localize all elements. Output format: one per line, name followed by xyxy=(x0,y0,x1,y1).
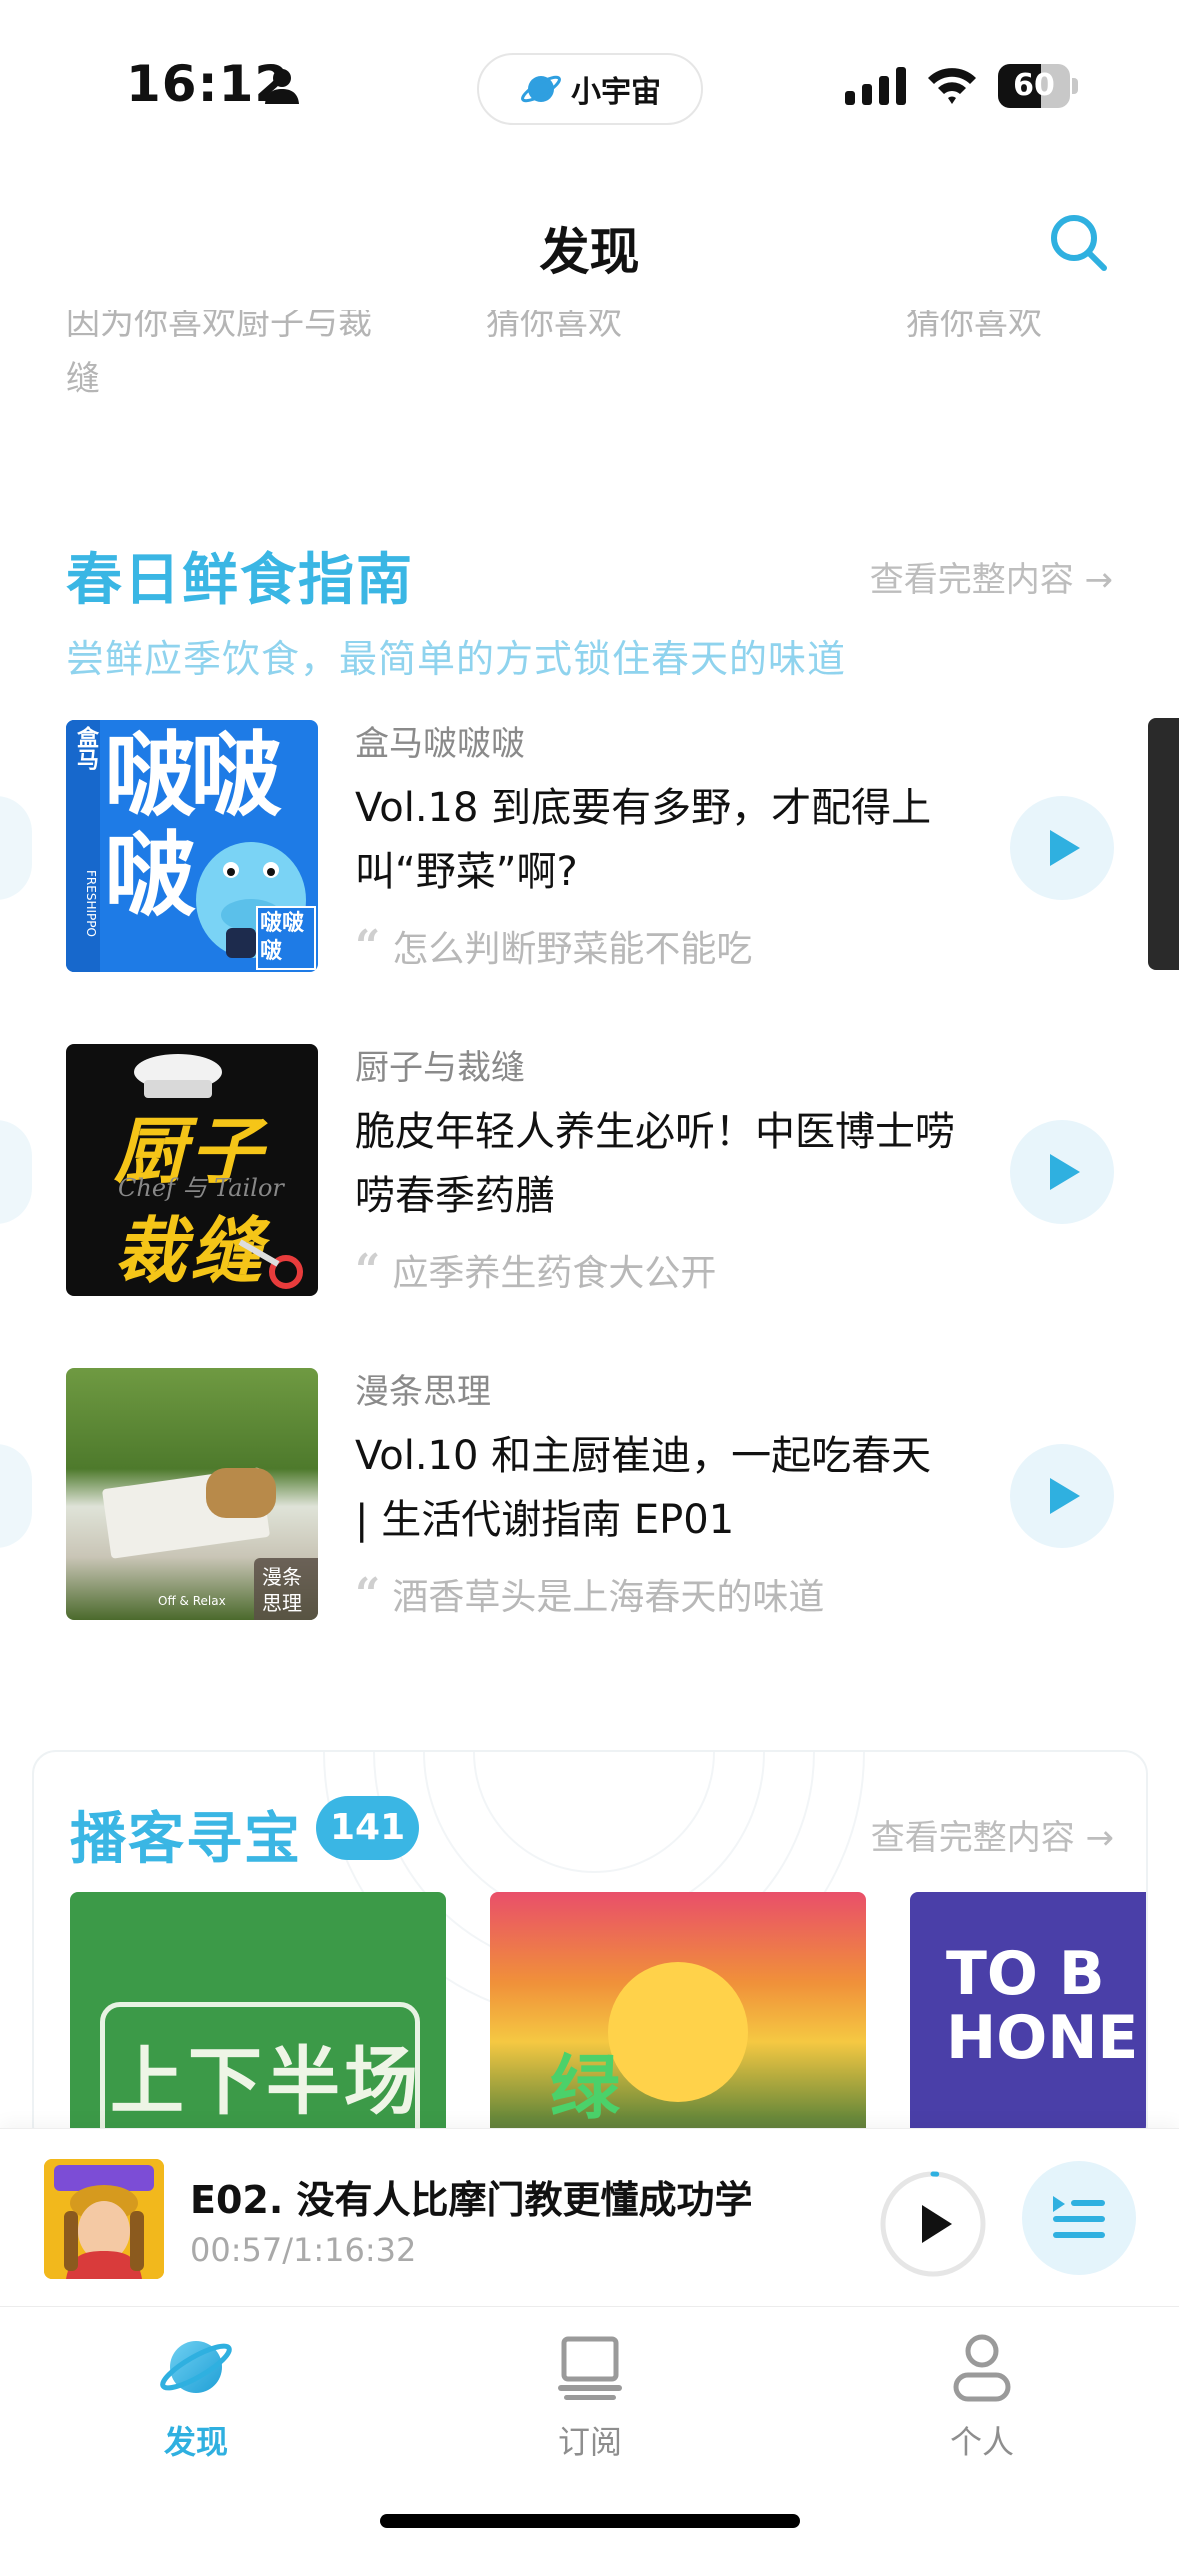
episode-cover: Off & Relax 漫条思理 xyxy=(66,1368,318,1620)
mini-player[interactable]: E02. 没有人比摩门教更懂成功学 00:57/1:16:32 xyxy=(0,2128,1179,2306)
episode-title[interactable]: 脆皮年轻人养生必听！中医博士唠唠春季药膳 xyxy=(355,1100,955,1228)
home-indicator xyxy=(380,2514,800,2528)
podcast-card[interactable]: 绿洲 xyxy=(490,1892,866,2148)
podcast-name[interactable]: 盒马啵啵啵 xyxy=(355,716,525,765)
episode-quote: “ 怎么判断野菜能不能吃 xyxy=(355,920,753,972)
user-status-icon xyxy=(265,69,299,104)
island-label: 小宇宙 xyxy=(571,75,661,110)
episode-title[interactable]: Vol.18 到底要有多野，才配得上叫“野菜”啊? xyxy=(355,776,955,904)
planet-icon xyxy=(160,2341,232,2393)
now-playing-title[interactable]: E02. 没有人比摩门教更懂成功学 xyxy=(190,2169,753,2224)
tab-discover[interactable]: 发现 xyxy=(96,2327,296,2487)
episode-cover: 盒马 FRESHIPPO 啵啵啵 啵啵啵 xyxy=(66,720,318,972)
play-button[interactable] xyxy=(1010,1444,1114,1548)
cellular-signal-icon xyxy=(845,67,906,105)
section-subtitle: 尝鲜应季饮食，最简单的方式锁住春天的味道 xyxy=(66,637,847,681)
quote-icon: “ xyxy=(355,1244,381,1296)
play-icon xyxy=(1050,830,1080,866)
see-all-link[interactable]: 查看完整内容 → xyxy=(870,552,1113,601)
nav-header: 发现 xyxy=(0,170,1179,310)
quote-icon: “ xyxy=(355,920,381,972)
section-title: 春日鲜食指南 xyxy=(66,548,414,613)
playlist-icon xyxy=(1053,2196,1105,2238)
now-playing-cover xyxy=(44,2159,164,2279)
play-icon xyxy=(1050,1154,1080,1190)
tab-label: 个人 xyxy=(949,2423,1014,2461)
episode-item[interactable]: 盒马 FRESHIPPO 啵啵啵 啵啵啵 盒马啵啵啵 Vol.18 到底要有多野… xyxy=(0,720,1179,990)
mini-play-button[interactable] xyxy=(878,2169,988,2279)
play-button[interactable] xyxy=(1010,796,1114,900)
search-icon[interactable] xyxy=(1046,210,1110,274)
reason-label-1: 因为你喜欢厨子与裁缝 xyxy=(66,303,372,399)
wifi-icon xyxy=(928,68,976,104)
podcast-card[interactable]: TO B HONE xyxy=(910,1892,1146,2148)
podcast-name[interactable]: 漫条思理 xyxy=(355,1364,491,1413)
episode-item[interactable]: Off & Relax 漫条思理 漫条思理 Vol.10 和主厨崔迪，一起吃春天… xyxy=(0,1368,1179,1638)
scissors-icon xyxy=(238,1239,303,1289)
podcast-card[interactable]: 上下半场 xyxy=(70,1892,446,2148)
tab-profile[interactable]: 个人 xyxy=(882,2327,1082,2487)
section-title: 播客寻宝 xyxy=(70,1807,302,1872)
playback-time: 00:57/1:16:32 xyxy=(190,2231,417,2269)
battery-percent: 60 xyxy=(1013,68,1055,103)
count-badge: 141 xyxy=(316,1796,420,1860)
episode-title[interactable]: Vol.10 和主厨崔迪，一起吃春天 | 生活代谢指南 EP01 xyxy=(355,1424,955,1552)
tab-label: 发现 xyxy=(163,2423,228,2461)
playlist-button[interactable] xyxy=(1022,2161,1136,2275)
see-all-link[interactable]: 查看完整内容 → xyxy=(871,1810,1114,1859)
podcast-name[interactable]: 厨子与裁缝 xyxy=(355,1040,525,1089)
recommendation-reasons: 因为你喜欢厨子与裁缝 猜你喜欢 猜你喜欢 xyxy=(0,295,1179,415)
episode-item[interactable]: 厨子 Chef 与 Tailor 裁缝 厨子与裁缝 脆皮年轻人养生必听！中医博士… xyxy=(0,1044,1179,1314)
episode-quote: “ 应季养生药食大公开 xyxy=(355,1244,717,1296)
play-icon xyxy=(1050,1478,1080,1514)
play-button[interactable] xyxy=(1010,1120,1114,1224)
planet-logo-icon xyxy=(521,75,561,103)
app-island-pill[interactable]: 小宇宙 xyxy=(477,53,703,125)
person-icon xyxy=(953,2334,1011,2402)
quote-icon: “ xyxy=(355,1568,381,1620)
tab-label: 订阅 xyxy=(557,2423,622,2461)
episode-quote: “ 酒香草头是上海春天的味道 xyxy=(355,1568,825,1620)
page-title: 发现 xyxy=(539,223,640,281)
avatar-illustration-icon xyxy=(44,2159,164,2279)
status-bar: 16:12 小宇宙 60 xyxy=(0,0,1179,170)
battery-indicator: 60 xyxy=(998,64,1078,108)
treasure-section: 播客寻宝 141 查看完整内容 → 上下半场 绿洲 TO B HONE xyxy=(32,1750,1148,2150)
tab-subscribe[interactable]: 订阅 xyxy=(490,2327,690,2487)
episode-cover: 厨子 Chef 与 Tailor 裁缝 xyxy=(66,1044,318,1296)
subscribe-icon xyxy=(558,2336,622,2400)
